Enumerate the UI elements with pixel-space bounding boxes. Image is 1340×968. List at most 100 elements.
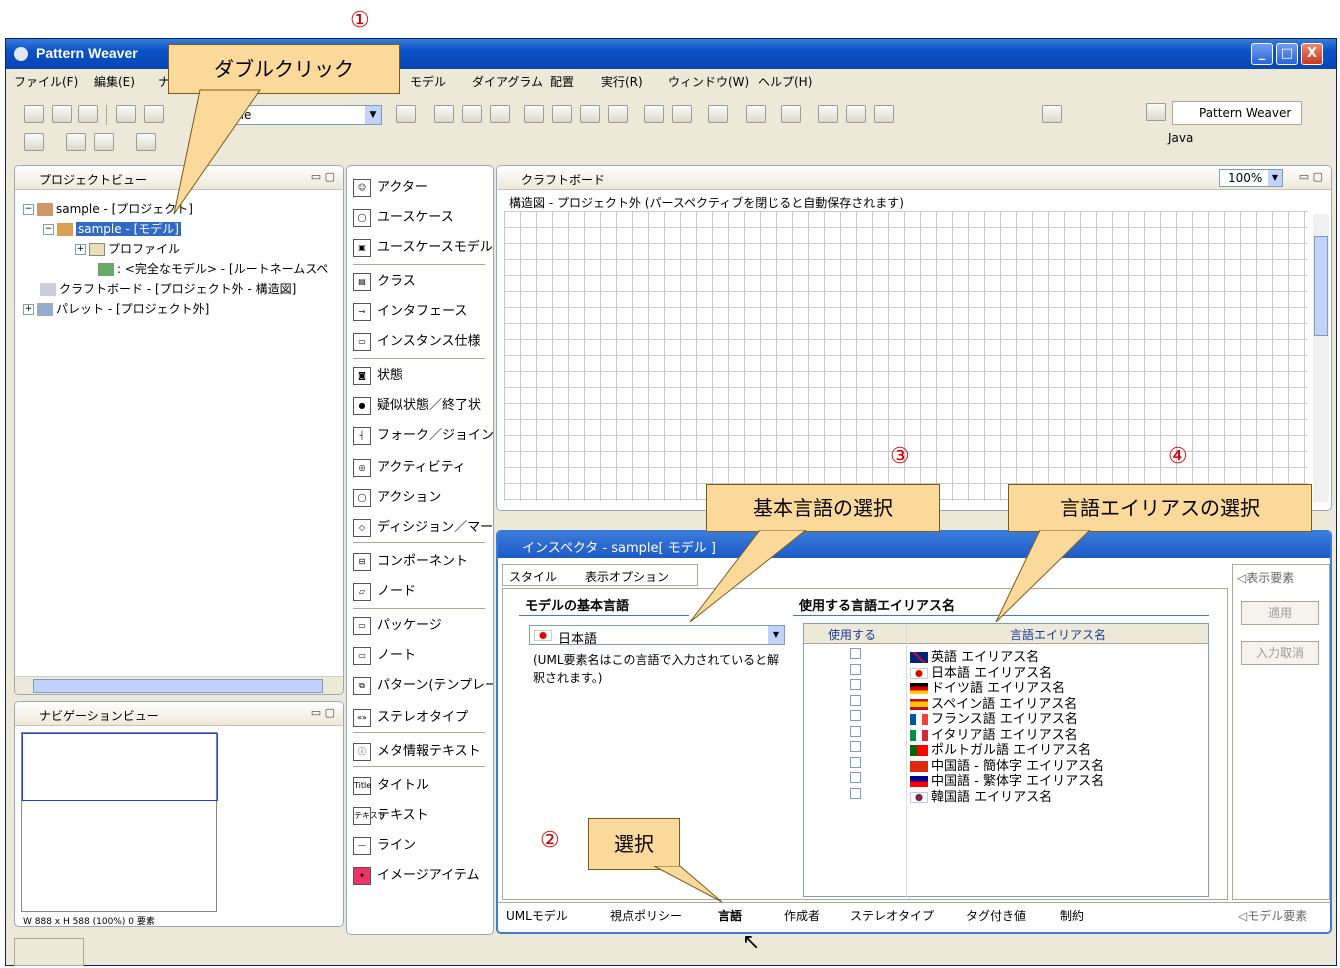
menu-help[interactable]: ヘルプ(H) — [758, 73, 812, 90]
viewport-rect[interactable] — [22, 733, 218, 801]
zoom-combo[interactable]: 100% ▼ — [1219, 169, 1283, 187]
print-icon[interactable] — [78, 105, 98, 123]
use-alias-checkbox[interactable] — [850, 772, 861, 783]
perspective-java[interactable]: Java — [1168, 131, 1193, 145]
navigation-canvas[interactable] — [21, 732, 218, 912]
palette-pseudostate[interactable]: ● 疑似状態／終了状 — [353, 394, 481, 415]
perspective-pattern-weaver[interactable]: Pattern Weaver — [1172, 101, 1302, 125]
palette-actor[interactable]: ☺ アクター — [353, 176, 428, 197]
palette-line[interactable]: — ライン — [353, 834, 416, 855]
folder-icon[interactable] — [781, 105, 801, 123]
palette-component[interactable]: ⊟ コンポーネント — [353, 550, 468, 571]
use-alias-checkbox[interactable] — [850, 648, 861, 659]
chevron-down-icon[interactable]: ▼ — [768, 626, 784, 644]
close-button[interactable]: X — [1301, 43, 1323, 65]
minimize-button[interactable]: _ — [1251, 43, 1273, 65]
scroll-thumb[interactable] — [33, 679, 323, 693]
palette-activity[interactable]: ◎ アクティビティ — [353, 456, 466, 477]
state-diagram-icon[interactable] — [580, 105, 600, 123]
tree-item-model[interactable]: − sample - [モデル] — [43, 220, 181, 237]
palette-node[interactable]: ▱ ノード — [353, 580, 416, 601]
palette-fork-join[interactable]: ┤ フォーク／ジョインノ — [353, 424, 493, 445]
search-icon[interactable] — [874, 105, 894, 123]
menu-run[interactable]: 実行(R) — [601, 73, 643, 90]
cancel-input-button[interactable]: 入力取消 — [1241, 641, 1319, 665]
chevron-down-icon[interactable]: ▼ — [1268, 170, 1282, 186]
horizontal-scrollbar[interactable] — [15, 676, 343, 694]
diagram-icon[interactable] — [396, 105, 416, 123]
tree-item-palette[interactable]: + パレット - [プロジェクト外] — [23, 300, 209, 317]
tab-constraints[interactable]: 制約 — [1060, 907, 1084, 924]
activity-diagram-icon[interactable] — [608, 105, 628, 123]
side-display-elements[interactable]: ◁表示要素 — [1237, 569, 1294, 586]
package-diagram-icon[interactable] — [708, 105, 728, 123]
tree-item-craftboard[interactable]: クラフトボード - [プロジェクト外 - 構造図] — [37, 280, 296, 297]
pin-icon[interactable] — [24, 133, 44, 151]
tab-tagged-values[interactable]: タグ付き値 — [966, 907, 1026, 924]
palette-usecase-model[interactable]: ▣ ユースケースモデル — [353, 236, 493, 257]
palette-decision[interactable]: ◇ ディシジョン／マージ — [353, 516, 493, 537]
menu-window[interactable]: ウィンドウ(W) — [668, 73, 749, 90]
use-alias-checkbox[interactable] — [850, 694, 861, 706]
use-alias-checkbox[interactable] — [850, 741, 861, 752]
chevron-down-icon[interactable]: ▼ — [365, 106, 381, 124]
nav-forward-icon[interactable] — [136, 133, 156, 151]
maximize-button[interactable]: □ — [1276, 43, 1298, 65]
object-diagram-icon[interactable] — [462, 105, 482, 123]
tree-item-full-model[interactable]: : <完全なモデル> - [ルートネームスペ — [95, 260, 328, 277]
palette-text[interactable]: テキストテキスト — [353, 804, 429, 825]
class-diagram-icon[interactable] — [434, 105, 454, 123]
tab-uml-model[interactable]: UMLモデル — [506, 907, 568, 924]
palette-package[interactable]: ▭ パッケージ — [353, 614, 442, 635]
palette-meta-text[interactable]: ⓘ メタ情報テキスト — [353, 740, 481, 761]
palette-stereotype[interactable]: «» ステレオタイプ — [353, 706, 468, 727]
nav-back-icon[interactable] — [94, 133, 114, 151]
vertical-scrollbar[interactable] — [1313, 214, 1329, 502]
undo-icon[interactable] — [116, 105, 136, 123]
palette-action[interactable]: ◯ アクション — [353, 486, 441, 507]
tab-stereotype[interactable]: ステレオタイプ — [850, 907, 934, 924]
use-alias-checkbox[interactable] — [850, 710, 861, 721]
scroll-thumb[interactable] — [1314, 236, 1328, 336]
side-model-elements[interactable]: ◁モデル要素 — [1238, 907, 1307, 924]
deploy-diagram-icon[interactable] — [672, 105, 692, 123]
minmax-icon[interactable]: ▭ ▢ — [1299, 170, 1323, 183]
palette-pattern[interactable]: ⧉ パターン(テンプレー — [353, 674, 493, 695]
use-alias-checkbox[interactable] — [850, 725, 861, 737]
apply-button[interactable]: 適用 — [1241, 601, 1319, 625]
tab-style[interactable]: スタイル — [509, 568, 557, 585]
palette-note[interactable]: ▭ ノート — [353, 644, 416, 665]
board-icon[interactable] — [846, 105, 866, 123]
use-alias-checkbox[interactable] — [850, 679, 861, 690]
sequence-diagram-icon[interactable] — [524, 105, 544, 123]
tab-language[interactable]: 言語 — [718, 907, 742, 924]
tab-display-options[interactable]: 表示オプション — [585, 568, 669, 585]
menu-file[interactable]: ファイル(F) — [14, 73, 78, 90]
new-icon[interactable] — [24, 105, 44, 123]
menu-edit[interactable]: 編集(E) — [94, 73, 135, 90]
run-icon[interactable] — [1042, 105, 1062, 123]
back-icon[interactable] — [66, 133, 86, 151]
menu-diagram[interactable]: ダイアグラム — [472, 73, 543, 90]
palette-usecase[interactable]: ◯ ユースケース — [353, 206, 454, 227]
use-alias-checkbox[interactable] — [850, 787, 861, 799]
tab-author[interactable]: 作成者 — [784, 907, 820, 924]
palette-title[interactable]: Title タイトル — [353, 774, 429, 795]
save-icon[interactable] — [52, 105, 72, 123]
minmax-icon[interactable]: ▭ ▢ — [311, 706, 335, 719]
list-icon[interactable] — [818, 105, 838, 123]
tree-item-profile[interactable]: + プロファイル — [75, 240, 180, 257]
base-lang-select[interactable]: 日本語 ▼ — [529, 625, 785, 647]
palette-instance-spec[interactable]: ▭ インスタンス仕様 — [353, 330, 480, 351]
palette-interface[interactable]: ⊸ インタフェース — [353, 300, 467, 321]
structure-diagram-icon[interactable] — [746, 105, 766, 123]
palette-state[interactable]: ◙ 状態 — [353, 364, 403, 385]
palette-image-item[interactable]: ✦ イメージアイテム — [353, 864, 479, 885]
menu-model[interactable]: モデル — [410, 73, 446, 90]
component-diagram-icon[interactable] — [644, 105, 664, 123]
minmax-icon[interactable]: ▭ ▢ — [311, 170, 335, 183]
use-alias-checkbox[interactable] — [850, 756, 861, 768]
use-alias-checkbox[interactable] — [850, 663, 861, 675]
tab-viewpoint-policy[interactable]: 視点ポリシー — [610, 907, 682, 924]
open-perspective-icon[interactable] — [1146, 103, 1166, 121]
